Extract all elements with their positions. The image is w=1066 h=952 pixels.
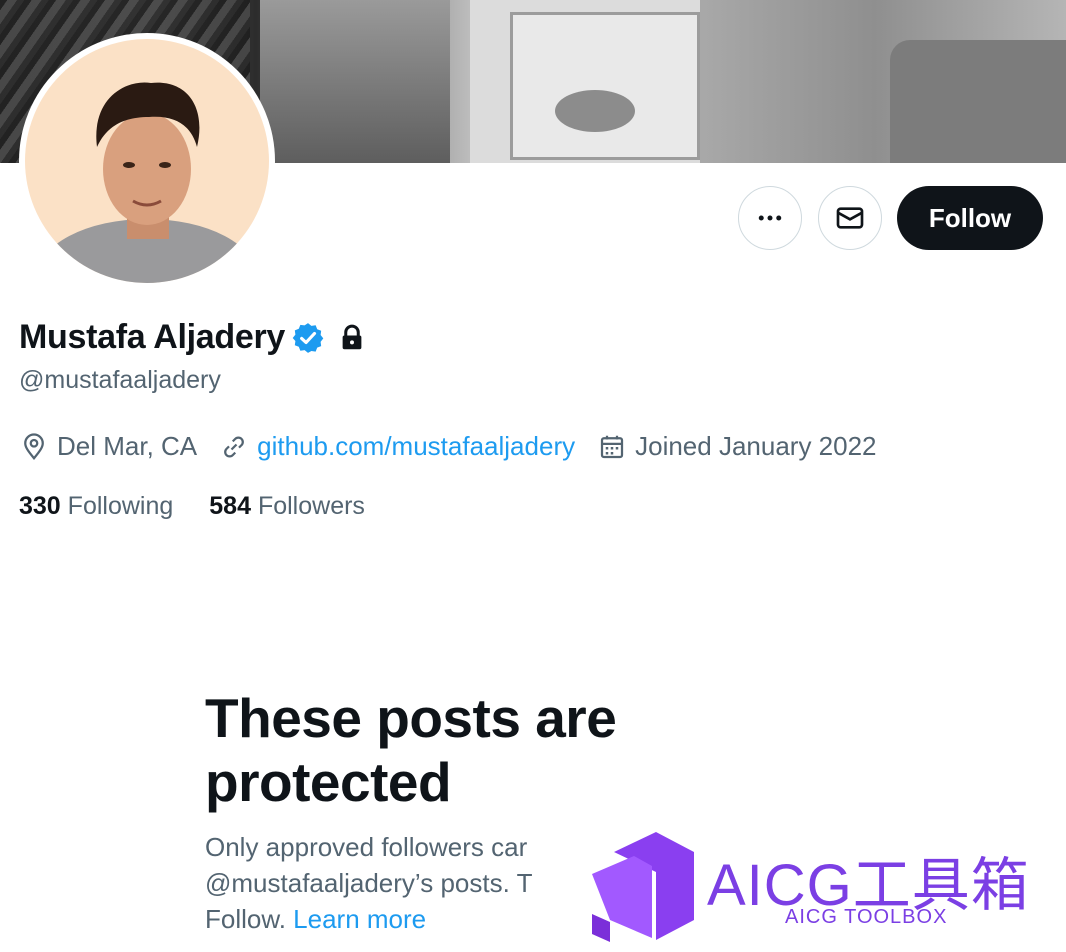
more-button[interactable]	[738, 186, 802, 250]
website-link[interactable]: github.com/mustafaaljadery	[257, 431, 575, 462]
followers-link[interactable]: 584 Followers	[209, 492, 365, 521]
followers-count: 584	[209, 492, 251, 520]
joined-text: Joined January 2022	[635, 431, 877, 461]
follow-button[interactable]: Follow	[897, 186, 1043, 250]
watermark-logo-icon	[592, 832, 694, 942]
avatar-photo	[25, 39, 269, 283]
link-icon	[224, 435, 245, 458]
protected-body-line: Follow. Learn more	[205, 901, 551, 937]
calendar-icon	[600, 435, 624, 458]
website-item[interactable]: github.com/mustafaaljadery	[219, 431, 575, 462]
message-button[interactable]	[818, 186, 882, 250]
protected-body-text: Follow.	[205, 904, 294, 934]
banner-photo-region	[890, 40, 1066, 163]
protected-body-line: Only approved followers car	[205, 832, 528, 862]
more-icon	[758, 215, 782, 221]
mail-icon	[836, 207, 864, 229]
protected-body: Only approved followers car @mustafaalja…	[205, 829, 551, 949]
verified-badge-icon[interactable]	[291, 321, 325, 355]
location-text: Del Mar, CA	[57, 431, 198, 461]
profile-name: Mustafa Aljadery	[19, 318, 286, 356]
avatar-portrait	[37, 82, 257, 283]
banner-photo-region	[260, 0, 450, 163]
location-pin-icon	[24, 432, 44, 460]
follow-counts: 330 Following 584 Followers	[19, 492, 401, 521]
profile-name-row: Mustafa Aljadery	[19, 318, 367, 357]
avatar[interactable]	[19, 33, 275, 289]
learn-more-link[interactable]: Learn more	[293, 904, 426, 934]
banner-photo-fish	[555, 90, 635, 132]
follow-label: Follow	[928, 202, 1012, 233]
following-link[interactable]: 330 Following	[19, 492, 173, 521]
following-label: Following	[67, 492, 174, 520]
protected-title: These posts are protected	[205, 687, 617, 813]
joined-item: Joined January 2022	[597, 431, 877, 462]
lock-icon	[342, 324, 362, 349]
banner-photo-screen	[510, 12, 700, 160]
followers-label: Followers	[257, 492, 365, 520]
profile-meta: Del Mar, CA github.com/mustafaaljadery J…	[19, 431, 899, 462]
location-item: Del Mar, CA	[19, 431, 197, 462]
protected-body-line: @mustafaaljadery’s posts. T	[205, 868, 533, 898]
following-count: 330	[19, 492, 61, 520]
watermark-subtitle: AICG TOOLBOX	[785, 906, 948, 928]
profile-handle: @mustafaaljadery	[19, 366, 221, 394]
